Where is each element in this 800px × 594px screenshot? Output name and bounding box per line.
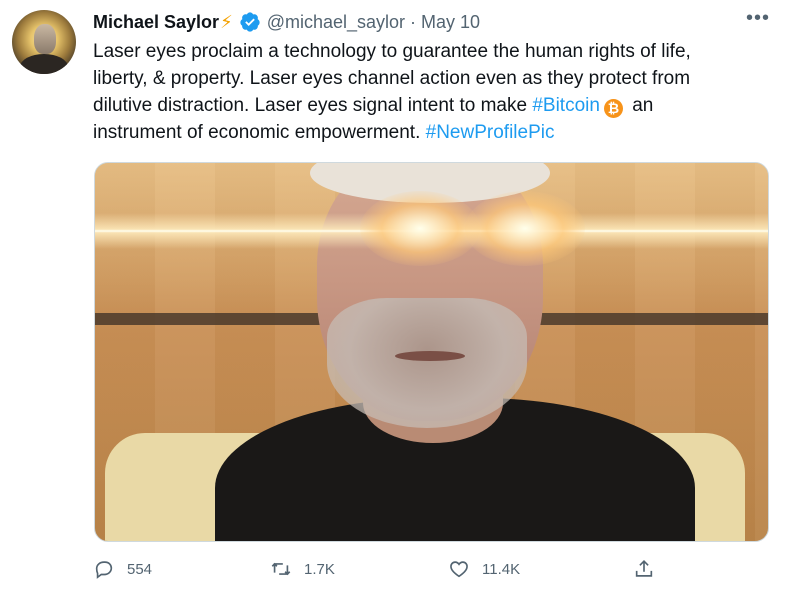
tweet: Michael Saylor ⚡ @michael_saylor · May 1… [0,0,800,594]
tweet-actions: 554 1.7K 11.4K [93,558,673,586]
photo-mouth [395,351,465,361]
retweet-button[interactable]: 1.7K [270,558,335,580]
tweet-line-3: dilutive distraction. Laser eyes signal … [93,92,753,119]
reply-count: 554 [127,560,153,578]
like-button[interactable]: 11.4K [448,558,520,580]
avatar[interactable] [12,10,76,74]
author-name[interactable]: Michael Saylor [93,12,219,33]
avatar-body [20,54,68,74]
tweet-date[interactable]: May 10 [421,12,480,33]
reply-button[interactable]: 554 [93,558,152,580]
tweet-header: Michael Saylor ⚡ @michael_saylor · May 1… [93,9,480,35]
tweet-line-3-text: dilutive distraction. Laser eyes signal … [93,95,533,116]
hashtag-newprofilepic[interactable]: #NewProfilePic [426,122,555,143]
verified-badge-icon [239,11,261,33]
retweet-icon [271,562,291,576]
laser-eye-left [360,191,480,266]
more-icon[interactable]: ••• [746,8,770,28]
photo-beard [327,298,527,428]
retweet-count: 1.7K [304,560,335,578]
laser-eye-right [465,191,585,266]
share-button[interactable] [633,558,667,580]
author-handle[interactable]: @michael_saylor [267,12,405,33]
hashtag-bitcoin[interactable]: #Bitcoin [532,95,600,116]
avatar-head [34,24,56,54]
like-count: 11.4K [482,560,521,578]
tweet-line-2: liberty, & property. Laser eyes channel … [93,68,691,89]
like-icon [450,561,468,578]
tweet-line-3-end: an [626,95,654,116]
share-icon [635,560,653,577]
tweet-photo[interactable] [94,162,769,542]
bitcoin-icon: ₿ [603,99,623,118]
lightning-emoji: ⚡ [220,11,233,32]
tweet-line-1: Laser eyes proclaim a technology to guar… [93,41,691,62]
reply-icon [95,561,113,579]
tweet-text: Laser eyes proclaim a technology to guar… [93,38,753,146]
tweet-line-4-text: instrument of economic empowerment. [93,122,426,143]
separator-dot: · [410,11,417,32]
tweet-line-4: instrument of economic empowerment. #New… [93,119,753,146]
